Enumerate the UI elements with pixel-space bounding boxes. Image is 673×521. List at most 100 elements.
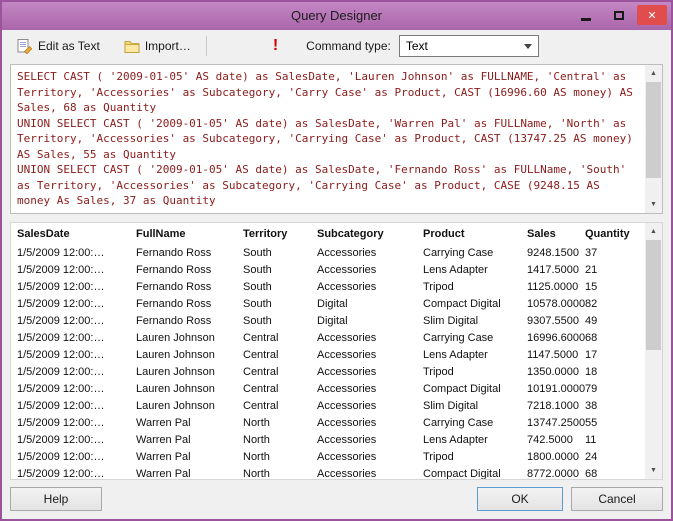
maximize-icon [614,10,624,20]
column-header-territory[interactable]: Territory [243,228,317,240]
grid-cell: Warren Pal [136,467,191,480]
sql-editor[interactable]: SELECT CAST ( '2009-01-05' AS date) as S… [10,64,663,214]
grid-cell: Central [243,399,279,412]
sql-scrollbar[interactable]: ▲ ▼ [645,65,662,213]
grid-cell: 1/5/2009 12:00:… [17,416,105,429]
grid-viewport: SalesDate FullName Territory Subcategory Pro… [11,223,645,480]
grid-cell: Accessories [317,331,377,344]
scroll-down-icon[interactable]: ▼ [645,462,662,479]
grid-cell: 1/5/2009 12:00:… [17,467,105,480]
grid-cell: 1/5/2009 12:00:… [17,263,105,276]
table-row[interactable]: 1/5/2009 12:00:… Fernando Ross South Digita… [17,295,645,312]
grid-cell: 1/5/2009 12:00:… [17,450,105,463]
grid-body: 1/5/2009 12:00:… Fernando Ross South Access… [17,244,645,480]
grid-cell: Warren Pal [136,416,191,429]
scroll-down-icon[interactable]: ▼ [645,196,662,213]
grid-cell: 8772.0000 [527,467,579,480]
grid-cell: Warren Pal [136,450,191,463]
column-header-fullname[interactable]: FullName [136,228,243,240]
grid-cell: 1417.5000 [527,263,579,276]
scrollbar-thumb[interactable] [646,240,661,350]
import-button[interactable]: Import… [117,34,198,58]
grid-cell: Accessories [317,416,377,429]
grid-cell: 1/5/2009 12:00:… [17,280,105,293]
column-header-subcategory[interactable]: Subcategory [317,228,423,240]
grid-cell: Fernando Ross [136,246,212,259]
grid-cell: North [243,467,270,480]
grid-cell: Lens Adapter [423,263,488,276]
close-button[interactable]: ✕ [637,5,667,25]
table-row[interactable]: 1/5/2009 12:00:… Lauren Johnson Central Acc… [17,380,645,397]
column-header-salesdate[interactable]: SalesDate [17,228,136,240]
grid-cell: 15 [585,280,598,293]
grid-cell: 1/5/2009 12:00:… [17,365,105,378]
table-row[interactable]: 1/5/2009 12:00:… Lauren Johnson Central Acc… [17,346,645,363]
grid-cell: 10578.0000 [527,297,585,310]
grid-cell: 11 [585,433,597,446]
column-header-quantity[interactable]: Quantity [585,228,640,240]
grid-cell: Compact Digital [423,467,501,480]
grid-cell: Lens Adapter [423,348,488,361]
grid-cell: Accessories [317,348,377,361]
table-row[interactable]: 1/5/2009 12:00:… Lauren Johnson Central Acc… [17,329,645,346]
grid-cell: North [243,450,270,463]
grid-cell: Lauren Johnson [136,382,215,395]
table-row[interactable]: 1/5/2009 12:00:… Fernando Ross South Access… [17,278,645,295]
grid-cell: 79 [585,382,598,395]
table-row[interactable]: 1/5/2009 12:00:… Warren Pal North Accessori… [17,414,645,431]
cancel-button[interactable]: Cancel [571,487,663,511]
grid-cell: 17 [585,348,598,361]
command-type-label: Command type: [306,39,391,53]
results-grid: SalesDate FullName Territory Subcategory Pro… [10,222,663,480]
ok-button[interactable]: OK [477,487,563,511]
table-row[interactable]: 1/5/2009 12:00:… Warren Pal North Accessori… [17,431,645,448]
table-row[interactable]: 1/5/2009 12:00:… Lauren Johnson Central Acc… [17,397,645,414]
grid-cell: 1/5/2009 12:00:… [17,348,105,361]
grid-cell: 13747.2500 [527,416,585,429]
scroll-up-icon[interactable]: ▲ [645,223,662,240]
chevron-down-icon [523,44,532,49]
command-type-select[interactable]: Text [398,35,539,57]
table-row[interactable]: 1/5/2009 12:00:… Fernando Ross South Access… [17,244,645,261]
edit-as-text-icon [17,39,33,54]
grid-cell: 9248.1500 [527,246,579,259]
grid-cell: Central [243,331,279,344]
table-row[interactable]: 1/5/2009 12:00:… Warren Pal North Accessori… [17,448,645,465]
grid-cell: 18 [585,365,598,378]
grid-cell: Fernando Ross [136,280,212,293]
grid-cell: 55 [585,416,598,429]
grid-cell: Accessories [317,450,377,463]
column-header-product[interactable]: Product [423,228,527,240]
import-label: Import… [144,39,191,53]
table-row[interactable]: 1/5/2009 12:00:… Fernando Ross South Access… [17,261,645,278]
grid-cell: Carrying Case [423,416,494,429]
grid-cell: South [243,263,272,276]
column-header-sales[interactable]: Sales [527,228,585,240]
grid-scrollbar[interactable]: ▲ ▼ [645,223,662,479]
grid-cell: 1/5/2009 12:00:… [17,382,105,395]
grid-cell: Compact Digital [423,297,501,310]
grid-cell: 1125.0000 [527,280,579,293]
grid-cell: Accessories [317,263,377,276]
grid-cell: 7218.1000 [527,399,579,412]
grid-cell: 1147.5000 [527,348,579,361]
table-row[interactable]: 1/5/2009 12:00:… Warren Pal North Accessori… [17,465,645,480]
titlebar[interactable]: Query Designer ✕ [2,2,671,30]
table-row[interactable]: 1/5/2009 12:00:… Lauren Johnson Central Acc… [17,363,645,380]
scrollbar-thumb[interactable] [646,82,661,178]
grid-cell: 1/5/2009 12:00:… [17,246,105,259]
sql-text[interactable]: SELECT CAST ( '2009-01-05' AS date) as S… [11,65,645,213]
grid-cell: South [243,314,272,327]
table-row[interactable]: 1/5/2009 12:00:… Fernando Ross South Digita… [17,312,645,329]
grid-cell: 1800.0000 [527,450,579,463]
grid-cell: Lens Adapter [423,433,488,446]
grid-cell: Tripod [423,450,454,463]
minimize-button[interactable] [571,5,601,25]
edit-as-text-button[interactable]: Edit as Text [10,34,107,58]
scroll-up-icon[interactable]: ▲ [645,65,662,82]
maximize-button[interactable] [604,5,634,25]
grid-cell: Central [243,365,279,378]
run-query-button[interactable]: ! [267,37,284,55]
help-button[interactable]: Help [10,487,102,511]
grid-cell: Slim Digital [423,314,479,327]
